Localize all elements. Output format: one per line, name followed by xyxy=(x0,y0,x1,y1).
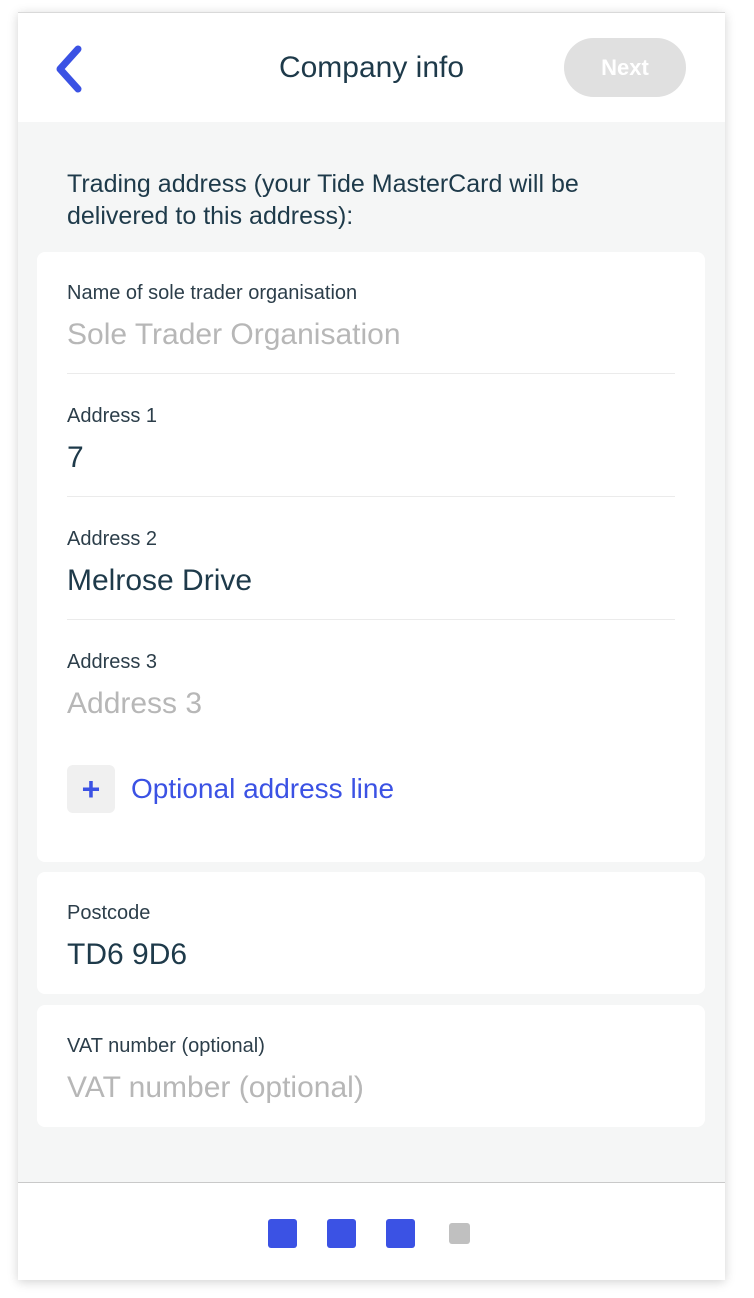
address3-input[interactable]: Address 3 xyxy=(67,687,675,723)
address1-label: Address 1 xyxy=(67,405,158,427)
next-button[interactable]: Next xyxy=(564,38,686,97)
progress-step-complete xyxy=(268,1219,297,1248)
divider xyxy=(67,496,675,497)
progress-step-complete xyxy=(386,1219,415,1248)
header-bar: Company info Next xyxy=(18,13,725,122)
address2-field[interactable]: Address 2 Melrose Drive xyxy=(67,528,675,600)
progress-indicator xyxy=(268,1219,500,1248)
postcode-input[interactable]: TD6 9D6 xyxy=(67,938,675,974)
address1-field[interactable]: Address 1 7 xyxy=(67,405,675,477)
add-address-line-label: Optional address line xyxy=(131,773,395,804)
postcode-field[interactable]: Postcode TD6 9D6 xyxy=(67,902,675,974)
progress-step-complete xyxy=(327,1219,356,1248)
postcode-card: Postcode TD6 9D6 xyxy=(37,872,705,994)
vat-input[interactable]: VAT number (optional) xyxy=(67,1071,675,1107)
org-name-field[interactable]: Name of sole trader organisation Sole Tr… xyxy=(67,282,675,354)
divider xyxy=(67,619,675,620)
address2-label: Address 2 xyxy=(67,528,158,550)
add-address-line-button[interactable]: + Optional address line xyxy=(67,765,394,813)
app-screen: Company info Next Trading address (your … xyxy=(18,12,725,1280)
footer-bar xyxy=(18,1182,725,1280)
address1-input[interactable]: 7 xyxy=(67,441,675,477)
postcode-label: Postcode xyxy=(67,902,151,924)
progress-step-pending xyxy=(449,1223,470,1244)
vat-card: VAT number (optional) VAT number (option… xyxy=(37,1005,705,1127)
plus-icon: + xyxy=(67,765,115,813)
address-card: Name of sole trader organisation Sole Tr… xyxy=(37,252,705,862)
vat-label: VAT number (optional) xyxy=(67,1035,265,1057)
vat-field[interactable]: VAT number (optional) VAT number (option… xyxy=(67,1035,675,1107)
org-name-label: Name of sole trader organisation xyxy=(67,282,358,304)
address3-field[interactable]: Address 3 Address 3 xyxy=(67,651,675,723)
section-title: Trading address (your Tide MasterCard wi… xyxy=(67,170,579,230)
org-name-input[interactable]: Sole Trader Organisation xyxy=(67,318,675,354)
address3-label: Address 3 xyxy=(67,651,158,673)
address2-input[interactable]: Melrose Drive xyxy=(67,564,675,600)
divider xyxy=(67,373,675,374)
